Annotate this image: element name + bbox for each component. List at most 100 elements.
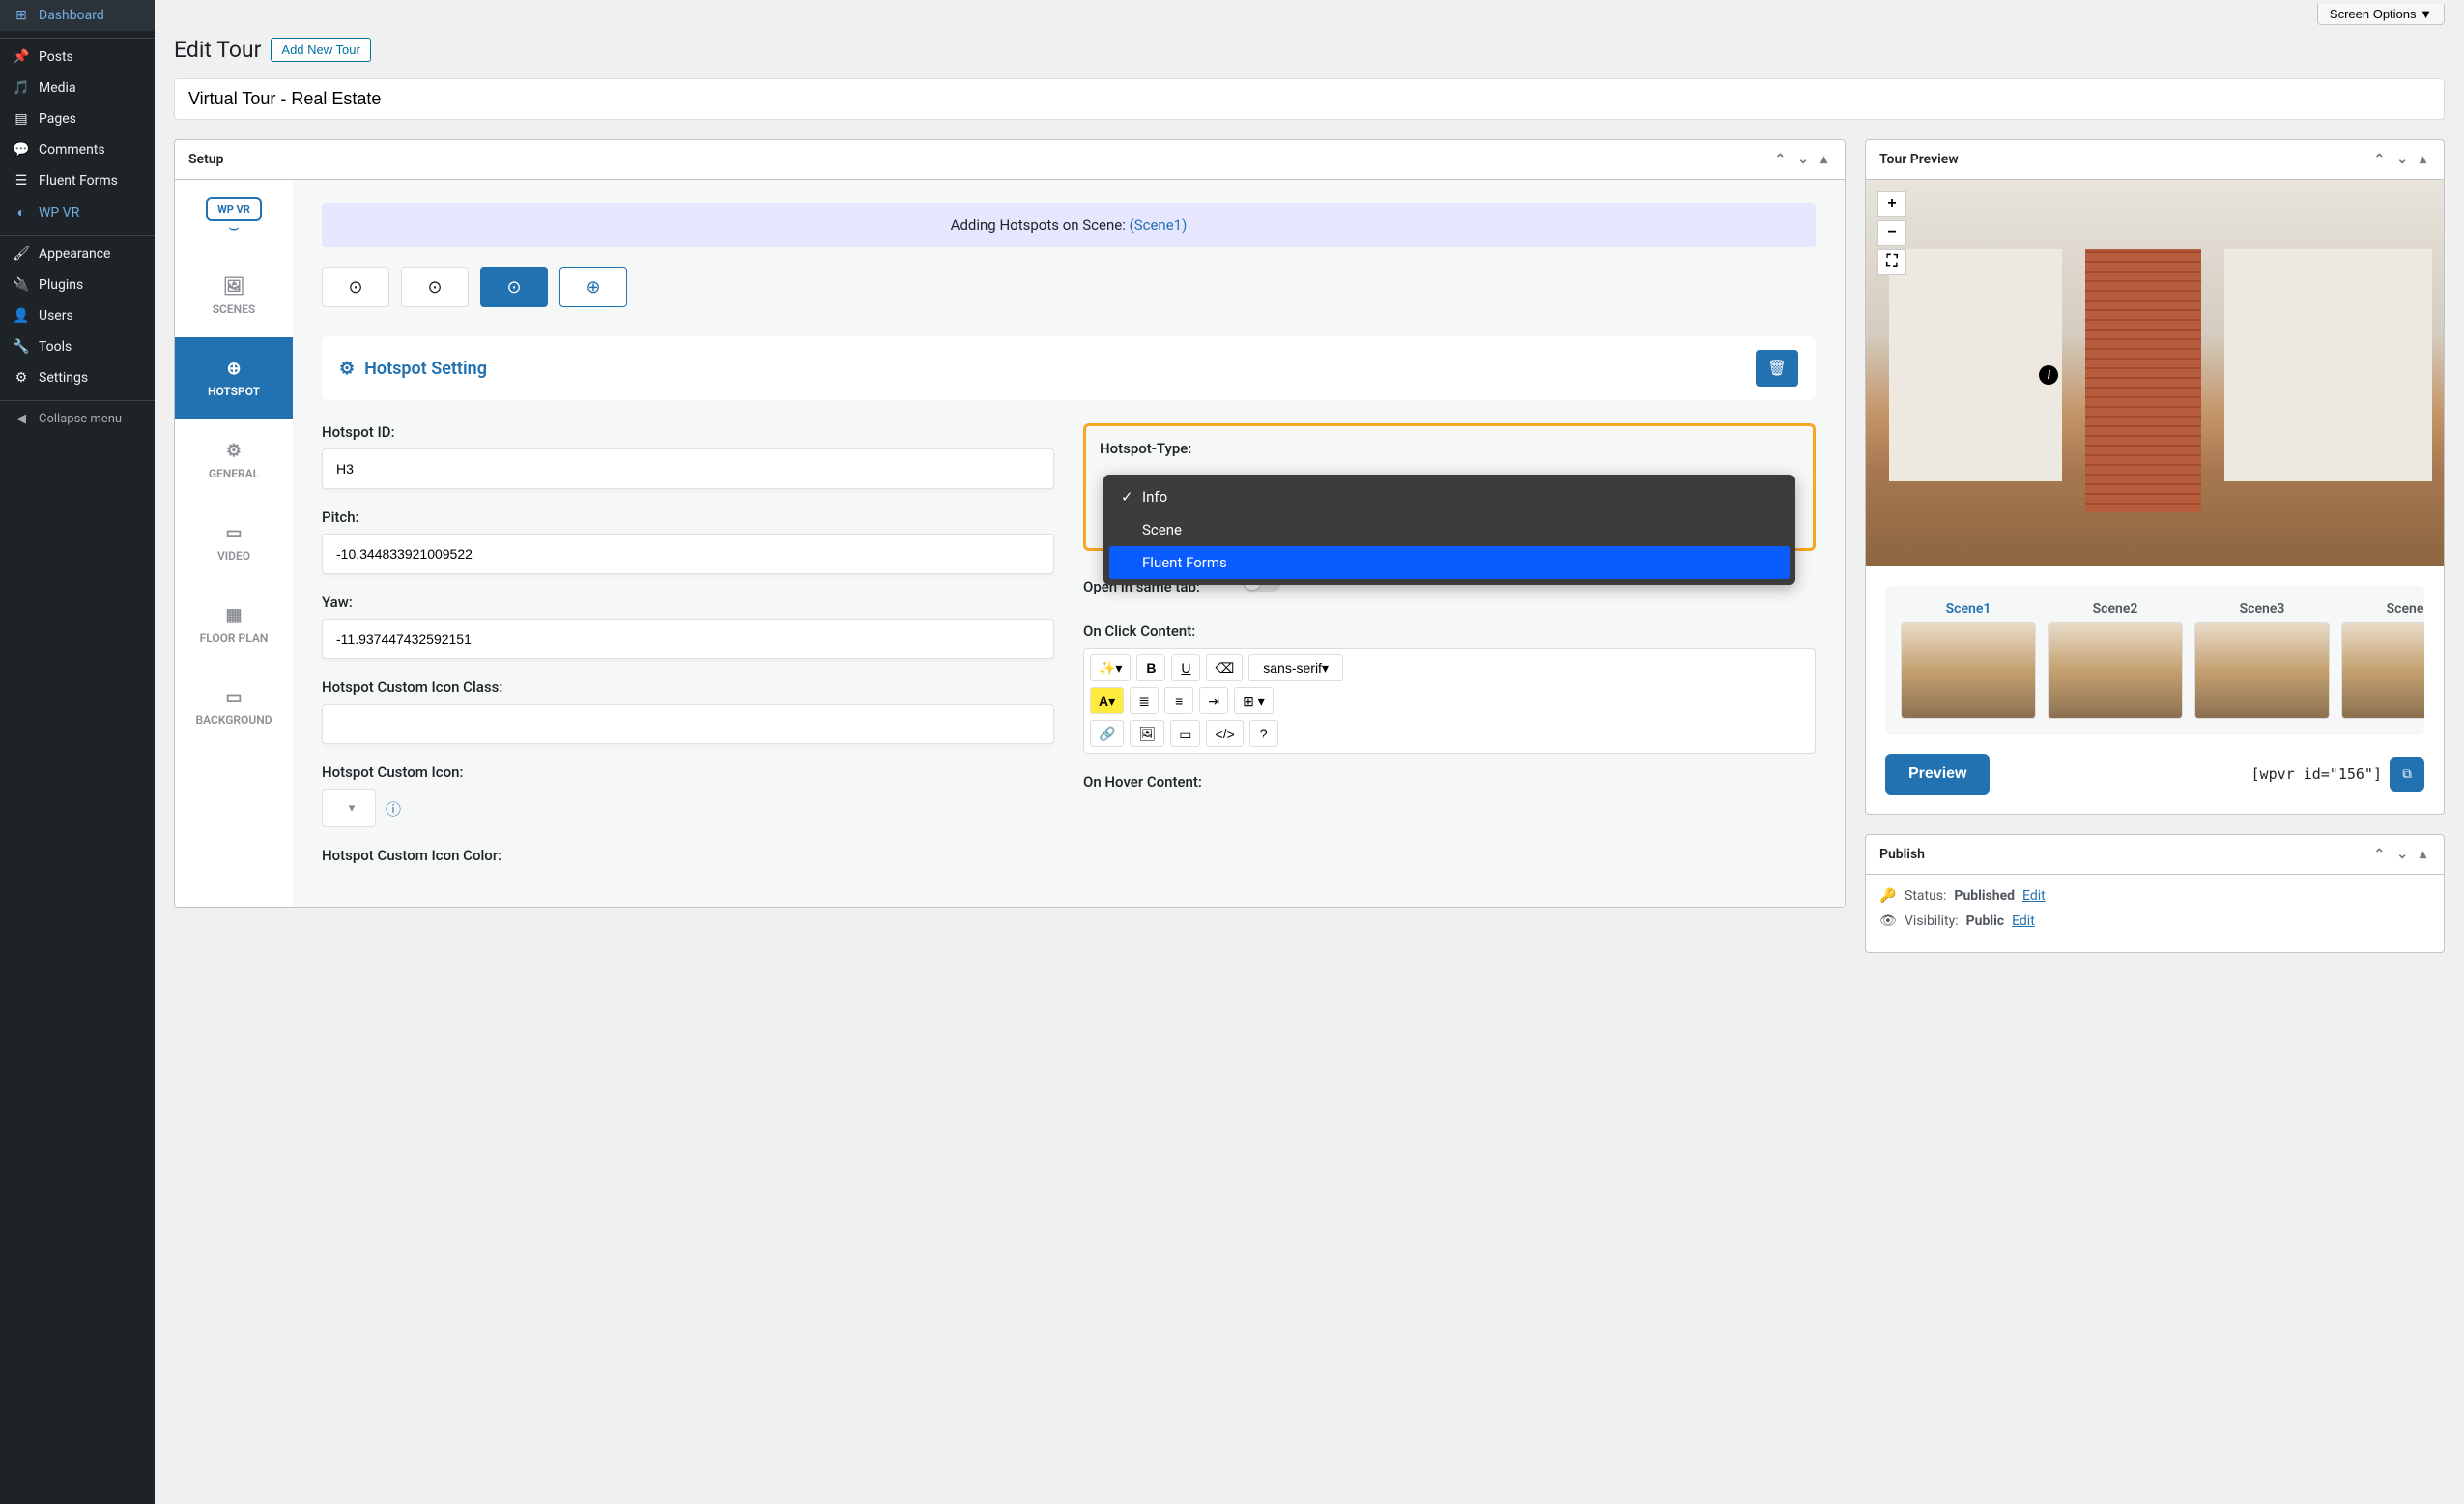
- nav-hotspot[interactable]: ⊕HOTSPOT: [175, 337, 293, 419]
- sidebar-collapse[interactable]: ◀Collapse menu: [0, 404, 155, 434]
- editor-wand-button[interactable]: ✨▾: [1090, 654, 1131, 681]
- custom-icon-label: Hotspot Custom Icon:: [322, 764, 1054, 781]
- tour-title-input[interactable]: [174, 78, 2445, 120]
- wp-admin-sidebar: ⊞Dashboard 📌Posts 🎵 Media ▤Pages 💬 Comment…: [0, 0, 155, 1504]
- custom-icon-class-label: Hotspot Custom Icon Class:: [322, 679, 1054, 696]
- hotspot-id-label: Hotspot ID:: [322, 423, 1054, 441]
- video-icon: ▭: [183, 523, 285, 543]
- panel-up-icon[interactable]: ⌃: [1771, 150, 1791, 169]
- scene-thumb-2[interactable]: Scene2: [2048, 601, 2183, 719]
- scene-thumb-4[interactable]: Scene4: [2341, 601, 2424, 719]
- editor-color-button[interactable]: A ▾: [1090, 687, 1124, 714]
- sidebar-item-fluent-forms[interactable]: ☰Fluent Forms: [0, 165, 155, 196]
- sidebar-item-dashboard[interactable]: ⊞Dashboard: [0, 0, 155, 31]
- hotspot-id-input[interactable]: [322, 448, 1054, 489]
- page-title: Edit Tour: [174, 37, 261, 63]
- editor-image-button[interactable]: 🖼: [1130, 720, 1164, 747]
- sidebar-item-label: Dashboard: [39, 8, 104, 23]
- nav-general[interactable]: ⚙GENERAL: [175, 419, 293, 502]
- hotspot-type-highlight: Hotspot-Type: ✓Info Scene Fluent Forms: [1083, 423, 1816, 551]
- editor-ul-button[interactable]: ≣: [1130, 687, 1159, 714]
- sidebar-item-label: Plugins: [39, 277, 83, 293]
- yaw-input[interactable]: [322, 619, 1054, 659]
- panel-up-icon[interactable]: ⌃: [2370, 845, 2390, 864]
- wrench-icon: 🔧: [12, 339, 31, 355]
- scene-thumb-1[interactable]: Scene1: [1901, 601, 2036, 719]
- dropdown-item-scene[interactable]: Scene: [1109, 513, 1790, 546]
- preview-button[interactable]: Preview: [1885, 754, 1990, 795]
- vr-icon: ◐: [12, 204, 31, 220]
- panel-toggle-icon[interactable]: ▴: [1817, 150, 1831, 169]
- user-icon: 👤: [12, 308, 31, 324]
- tour-preview-panel: Tour Preview ⌃ ⌄ ▴ + −: [1865, 139, 2445, 815]
- custom-icon-class-input[interactable]: [322, 704, 1054, 744]
- icon-picker[interactable]: ▾: [322, 789, 376, 827]
- pitch-input[interactable]: [322, 534, 1054, 574]
- editor-table-button[interactable]: ⊞ ▾: [1234, 687, 1274, 714]
- nav-scenes[interactable]: 🖼SCENES: [175, 255, 293, 337]
- panel-up-icon[interactable]: ⌃: [2370, 150, 2390, 169]
- copy-shortcode-button[interactable]: ⧉: [2390, 757, 2424, 792]
- dropdown-item-info[interactable]: ✓Info: [1109, 480, 1790, 513]
- zoom-out-button[interactable]: −: [1877, 220, 1906, 246]
- screen-options-button[interactable]: Screen Options ▼: [2317, 4, 2445, 25]
- comment-icon: 💬: [12, 142, 31, 158]
- sidebar-item-users[interactable]: 👤Users: [0, 301, 155, 332]
- fullscreen-button[interactable]: ⛶: [1877, 249, 1906, 275]
- sidebar-item-posts[interactable]: 📌Posts: [0, 42, 155, 72]
- editor-help-button[interactable]: ?: [1249, 720, 1278, 747]
- rich-editor-toolbar: ✨▾ B U ⌫ sans-serif ▾ A ▾: [1083, 648, 1816, 754]
- publish-panel-title: Publish: [1879, 847, 1925, 862]
- visibility-value: Public: [1966, 913, 2004, 929]
- editor-bold-button[interactable]: B: [1136, 654, 1165, 681]
- editor-indent-button[interactable]: ⇥: [1199, 687, 1228, 714]
- media-icon: 🎵: [12, 80, 31, 96]
- editor-underline-button[interactable]: U: [1171, 654, 1200, 681]
- publish-panel: Publish ⌃ ⌄ ▴ 🔑 Status: Published Edit: [1865, 834, 2445, 953]
- panel-down-icon[interactable]: ⌄: [1793, 150, 1813, 169]
- scene-thumb-3[interactable]: Scene3: [2194, 601, 2330, 719]
- dropdown-item-fluent-forms[interactable]: Fluent Forms: [1109, 546, 1790, 579]
- sidebar-item-comments[interactable]: 💬 Comments: [0, 134, 155, 165]
- sidebar-item-label: Media: [39, 80, 76, 96]
- preview-canvas[interactable]: + − ⛶ i: [1866, 180, 2444, 566]
- sidebar-item-settings[interactable]: ⚙Settings: [0, 362, 155, 393]
- add-new-tour-button[interactable]: Add New Tour: [271, 38, 370, 62]
- sidebar-item-label: Comments: [39, 142, 105, 158]
- sidebar-item-appearance[interactable]: 🖌Appearance: [0, 239, 155, 270]
- delete-hotspot-button[interactable]: 🗑: [1756, 350, 1798, 387]
- editor-erase-button[interactable]: ⌫: [1206, 654, 1243, 681]
- sidebar-item-wpvr[interactable]: ◐WP VR: [0, 196, 155, 228]
- panel-toggle-icon[interactable]: ▴: [2416, 845, 2430, 864]
- editor-link-button[interactable]: 🔗: [1090, 720, 1124, 747]
- panel-down-icon[interactable]: ⌄: [2392, 845, 2412, 864]
- scene-link[interactable]: (Scene1): [1130, 217, 1188, 234]
- panel-toggle-icon[interactable]: ▴: [2416, 150, 2430, 169]
- wpvr-logo: WP VR ⌣: [175, 180, 293, 255]
- hotspot-chip-1[interactable]: ⊙: [322, 267, 389, 307]
- nav-floorplan[interactable]: ▦FLOOR PLAN: [175, 584, 293, 666]
- edit-visibility-link[interactable]: Edit: [2012, 913, 2035, 929]
- panel-down-icon[interactable]: ⌄: [2392, 150, 2412, 169]
- editor-font-select[interactable]: sans-serif ▾: [1248, 654, 1343, 681]
- hotspot-scene-banner: Adding Hotspots on Scene: (Scene1): [322, 203, 1816, 247]
- hotspot-type-dropdown[interactable]: ✓Info Scene Fluent Forms: [1103, 475, 1795, 585]
- sidebar-item-media[interactable]: 🎵 Media: [0, 72, 155, 103]
- nav-video[interactable]: ▭VIDEO: [175, 502, 293, 584]
- editor-video-button[interactable]: ▭: [1170, 720, 1200, 747]
- editor-ol-button[interactable]: ≡: [1164, 687, 1193, 714]
- nav-background[interactable]: ▭BACKGROUND: [175, 666, 293, 748]
- hotspot-chip-3[interactable]: ⊙: [480, 267, 548, 307]
- edit-status-link[interactable]: Edit: [2022, 888, 2046, 904]
- sidebar-item-plugins[interactable]: 🔌Plugins: [0, 270, 155, 301]
- editor-code-button[interactable]: </>: [1206, 720, 1243, 747]
- target-icon: ⊕: [183, 359, 285, 379]
- sidebar-item-label: Tools: [39, 339, 72, 355]
- hotspot-chip-2[interactable]: ⊙: [401, 267, 469, 307]
- eye-icon: 👁: [1879, 913, 1897, 929]
- sidebar-item-tools[interactable]: 🔧 Tools: [0, 332, 155, 362]
- zoom-in-button[interactable]: +: [1877, 191, 1906, 217]
- help-icon[interactable]: ⓘ: [386, 796, 401, 820]
- hotspot-chip-add[interactable]: ⊕: [559, 267, 627, 307]
- sidebar-item-pages[interactable]: ▤Pages: [0, 103, 155, 134]
